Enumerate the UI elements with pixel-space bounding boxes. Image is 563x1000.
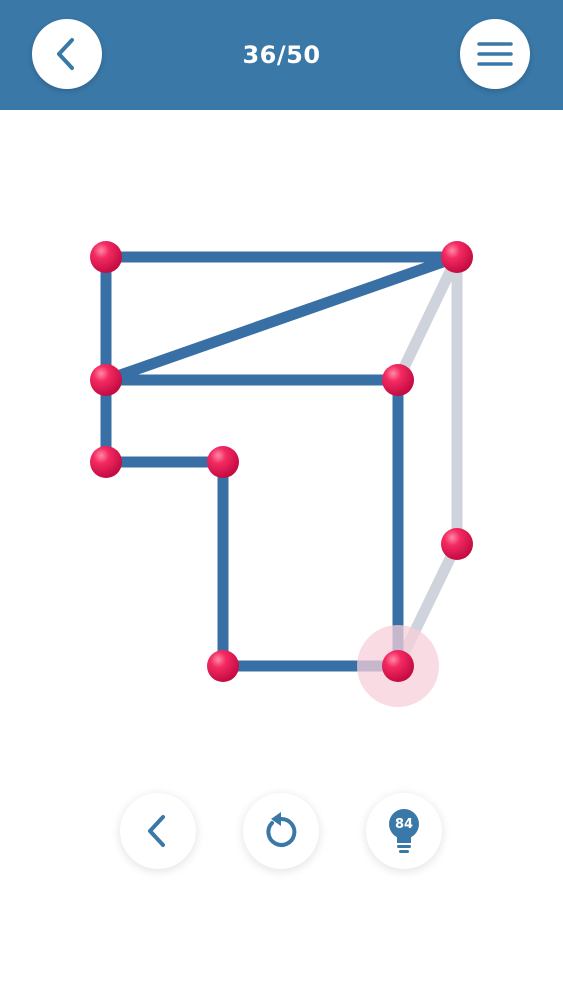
node[interactable]: [441, 528, 473, 560]
node[interactable]: [90, 241, 122, 273]
undo-button[interactable]: [120, 793, 196, 869]
hint-button[interactable]: 84: [366, 793, 442, 869]
hint-count: 84: [394, 817, 414, 832]
node[interactable]: [207, 650, 239, 682]
node[interactable]: [382, 364, 414, 396]
node[interactable]: [207, 446, 239, 478]
drawn-edges: [100, 251, 459, 672]
chevron-left-icon: [148, 815, 165, 847]
node[interactable]: [90, 364, 122, 396]
remaining-edges: [393, 254, 463, 669]
node[interactable]: [90, 446, 122, 478]
restart-button[interactable]: [243, 793, 319, 869]
game-screen: 36/50 84: [0, 0, 563, 1000]
current-node[interactable]: [382, 650, 414, 682]
node[interactable]: [441, 241, 473, 273]
restart-icon: [266, 812, 297, 847]
